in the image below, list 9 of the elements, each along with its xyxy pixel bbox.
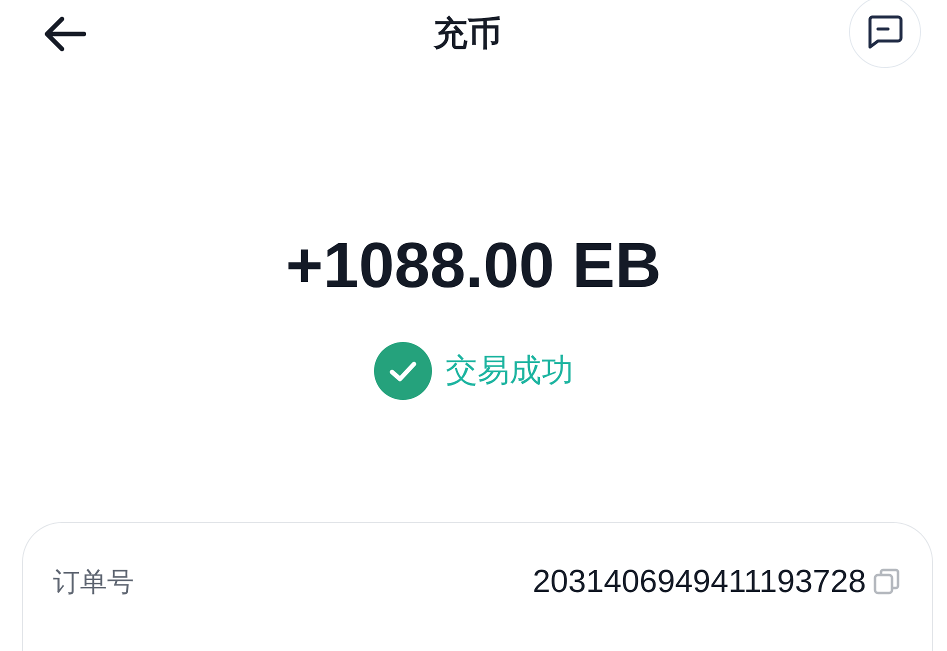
page-title: 充币 bbox=[434, 13, 502, 56]
check-icon bbox=[374, 342, 432, 400]
message-icon bbox=[866, 14, 904, 50]
status-text: 交易成功 bbox=[446, 350, 574, 391]
back-button[interactable] bbox=[44, 16, 86, 52]
detail-value: 2031406949411193728 bbox=[532, 563, 866, 600]
back-icon bbox=[44, 16, 86, 52]
amount: +1088.00 EB bbox=[284, 228, 662, 302]
detail-label: 订单号 bbox=[53, 566, 134, 600]
